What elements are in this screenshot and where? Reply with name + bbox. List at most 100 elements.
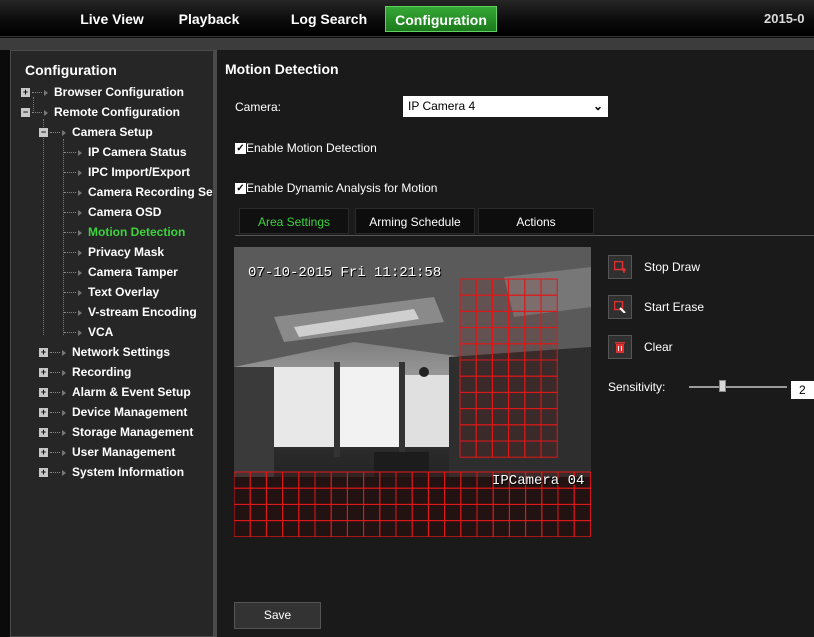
tab-actions[interactable]: Actions bbox=[478, 208, 594, 234]
motion-grid-cell[interactable] bbox=[459, 375, 477, 393]
motion-grid-cell[interactable] bbox=[508, 440, 526, 458]
motion-grid-cell[interactable] bbox=[491, 359, 510, 377]
motion-grid-cell[interactable] bbox=[540, 310, 558, 329]
motion-grid-cell[interactable] bbox=[314, 487, 332, 505]
motion-grid-cell[interactable] bbox=[508, 310, 526, 329]
motion-grid-cell[interactable] bbox=[524, 424, 542, 442]
motion-grid-cell[interactable] bbox=[491, 440, 510, 458]
motion-grid-cell[interactable] bbox=[573, 487, 591, 505]
motion-grid-cell[interactable] bbox=[363, 520, 381, 537]
checkmark-icon[interactable]: ✓ bbox=[235, 143, 246, 155]
motion-grid-cell[interactable] bbox=[314, 503, 332, 522]
motion-grid-cell[interactable] bbox=[427, 520, 446, 537]
motion-grid-cell[interactable] bbox=[541, 520, 559, 537]
motion-grid-cell[interactable] bbox=[346, 520, 365, 537]
sidebar-item-remote-configuration[interactable]: − Remote Configuration bbox=[21, 103, 180, 121]
motion-grid-cell[interactable] bbox=[265, 487, 284, 505]
sensitivity-slider[interactable] bbox=[689, 380, 787, 392]
motion-grid-cell[interactable] bbox=[491, 294, 510, 312]
motion-grid-cell[interactable] bbox=[363, 487, 381, 505]
motion-grid-cell[interactable] bbox=[491, 310, 510, 329]
motion-grid-cell[interactable] bbox=[363, 503, 381, 522]
motion-grid-cell[interactable] bbox=[508, 359, 526, 377]
motion-grid-cell[interactable] bbox=[330, 471, 348, 489]
tab-area-settings[interactable]: Area Settings bbox=[239, 208, 349, 234]
tab-arming-schedule[interactable]: Arming Schedule bbox=[355, 208, 475, 234]
motion-grid-cell[interactable] bbox=[459, 327, 477, 345]
motion-grid-cell[interactable] bbox=[444, 487, 462, 505]
motion-grid-cell[interactable] bbox=[314, 520, 332, 537]
motion-grid-cell[interactable] bbox=[379, 520, 397, 537]
camera-video-preview[interactable]: 07-10-2015 Fri 11:21:58 IPCamera 04 bbox=[234, 247, 591, 537]
collapse-icon[interactable]: − bbox=[21, 108, 30, 118]
expand-icon[interactable]: + bbox=[39, 348, 48, 358]
motion-grid-cell[interactable] bbox=[491, 408, 510, 426]
sidebar-item-camera-setup[interactable]: − Camera Setup bbox=[39, 123, 153, 141]
motion-grid-cell[interactable] bbox=[476, 471, 494, 489]
motion-grid-cell[interactable] bbox=[460, 487, 478, 505]
motion-grid-cell[interactable] bbox=[508, 294, 526, 312]
motion-grid-cell[interactable] bbox=[508, 487, 527, 505]
motion-grid-cell[interactable] bbox=[379, 487, 397, 505]
expand-icon[interactable]: + bbox=[39, 428, 48, 438]
motion-grid-cell[interactable] bbox=[540, 327, 558, 345]
motion-grid-cell[interactable] bbox=[282, 520, 300, 537]
sidebar-item-camera-recording-settings[interactable]: Camera Recording Set bbox=[64, 183, 213, 201]
motion-grid-cell[interactable] bbox=[525, 520, 543, 537]
motion-grid-cell[interactable] bbox=[298, 503, 316, 522]
motion-grid-cell[interactable] bbox=[541, 503, 559, 522]
motion-grid-cell[interactable] bbox=[508, 424, 526, 442]
motion-grid-cell[interactable] bbox=[411, 471, 429, 489]
motion-grid-cell[interactable] bbox=[265, 471, 284, 489]
motion-grid-cell[interactable] bbox=[491, 278, 510, 296]
motion-grid-cell[interactable] bbox=[346, 471, 365, 489]
motion-grid-cell[interactable] bbox=[249, 471, 267, 489]
motion-grid-cell[interactable] bbox=[573, 520, 591, 537]
expand-icon[interactable]: + bbox=[39, 388, 48, 398]
motion-grid-cell[interactable] bbox=[265, 520, 284, 537]
motion-grid-cell[interactable] bbox=[249, 487, 267, 505]
sidebar-item-device-management[interactable]: + Device Management bbox=[39, 403, 187, 421]
sidebar-item-user-management[interactable]: + User Management bbox=[39, 443, 175, 461]
motion-grid-cell[interactable] bbox=[459, 310, 477, 329]
motion-grid-cell[interactable] bbox=[524, 327, 542, 345]
motion-grid-cell[interactable] bbox=[234, 503, 251, 522]
motion-grid-cell[interactable] bbox=[427, 487, 446, 505]
motion-grid-cell[interactable] bbox=[491, 375, 510, 393]
motion-grid-cell[interactable] bbox=[460, 520, 478, 537]
motion-grid-cell[interactable] bbox=[492, 520, 510, 537]
motion-grid-cell[interactable] bbox=[508, 343, 526, 361]
camera-select[interactable]: IP Camera 4 ⌄ bbox=[403, 96, 608, 117]
motion-grid-cell[interactable] bbox=[298, 487, 316, 505]
motion-grid-cell[interactable] bbox=[540, 294, 558, 312]
motion-grid-cell[interactable] bbox=[460, 503, 478, 522]
tab-playback[interactable]: Playback bbox=[166, 6, 252, 32]
tab-live-view[interactable]: Live View bbox=[62, 6, 162, 32]
motion-grid-cell[interactable] bbox=[234, 487, 251, 505]
motion-grid-cell[interactable] bbox=[475, 278, 493, 296]
motion-grid-cell[interactable] bbox=[427, 503, 446, 522]
motion-grid-cell[interactable] bbox=[249, 503, 267, 522]
enable-dynamic-analysis-checkbox[interactable]: ✓Enable Dynamic Analysis for Motion bbox=[235, 181, 437, 195]
motion-grid-cell[interactable] bbox=[363, 471, 381, 489]
sensitivity-slider-thumb[interactable] bbox=[719, 380, 726, 392]
motion-grid-cell[interactable] bbox=[540, 278, 558, 296]
motion-grid-cell[interactable] bbox=[395, 487, 413, 505]
sidebar-item-recording[interactable]: + Recording bbox=[39, 363, 131, 381]
motion-grid-cell[interactable] bbox=[459, 294, 477, 312]
motion-grid-cell[interactable] bbox=[476, 487, 494, 505]
checkmark-icon[interactable]: ✓ bbox=[235, 183, 246, 195]
motion-grid-cell[interactable] bbox=[411, 520, 429, 537]
expand-icon[interactable]: + bbox=[39, 448, 48, 458]
sidebar-item-storage-management[interactable]: + Storage Management bbox=[39, 423, 193, 441]
motion-grid-cell[interactable] bbox=[540, 391, 558, 410]
motion-grid-cell[interactable] bbox=[459, 278, 477, 296]
motion-grid-cell[interactable] bbox=[524, 343, 542, 361]
motion-grid-cell[interactable] bbox=[508, 327, 526, 345]
motion-grid-cell[interactable] bbox=[475, 294, 493, 312]
enable-motion-detection-checkbox[interactable]: ✓Enable Motion Detection bbox=[235, 141, 377, 155]
motion-grid-cell[interactable] bbox=[475, 310, 493, 329]
motion-grid-cell[interactable] bbox=[540, 343, 558, 361]
motion-grid-cell[interactable] bbox=[346, 503, 365, 522]
motion-grid-cell[interactable] bbox=[459, 359, 477, 377]
